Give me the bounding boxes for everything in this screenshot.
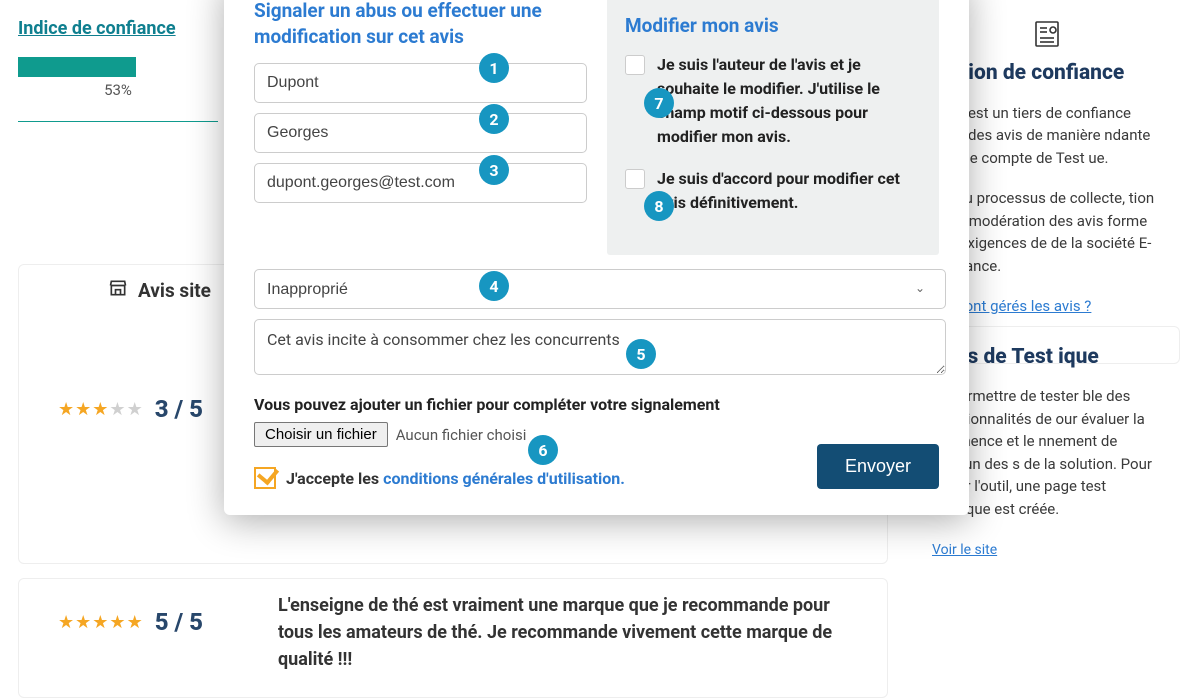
step-badge-2: 2 [479,104,509,134]
review-score-2: 5 / 5 [155,608,203,636]
file-upload-label: Vous pouvez ajouter un fichier pour comp… [254,395,939,414]
step-badge-6: 6 [528,435,558,465]
lastname-input[interactable] [254,63,587,103]
step-badge-7: 7 [644,88,674,118]
file-status: Aucun fichier choisi [396,426,527,444]
review-body-2: L'enseigne de thé est vraiment une marqu… [278,592,838,673]
step-badge-4: 4 [479,271,509,301]
step-badge-8: 8 [644,191,674,221]
send-button[interactable]: Envoyer [817,444,939,489]
email-input[interactable] [254,163,587,203]
step-badge-1: 1 [479,53,509,83]
author-checkbox-label: Je suis l'auteur de l'avis et je souhait… [657,53,921,149]
step-badge-5: 5 [626,339,656,369]
review-rating-1: ★★★★★ 3 / 5 [58,395,203,423]
avis-site-heading: Avis site [138,279,211,302]
step-badge-3: 3 [479,155,509,185]
modify-review-heading: Modifier mon avis [625,14,921,37]
view-site-link[interactable]: Voir le site [932,542,997,558]
report-heading: Signaler un abus ou effectuer une modifi… [254,0,587,49]
choose-file-button[interactable]: Choisir un fichier [254,422,388,447]
indice-confiance-link[interactable]: Indice de confiance [18,18,176,39]
progress-percent: 53% [18,81,218,99]
firstname-input[interactable] [254,113,587,153]
confirm-modify-checkbox[interactable] [625,169,645,189]
review-score-1: 3 / 5 [155,395,203,423]
confirm-modify-checkbox-label: Je suis d'accord pour modifier cet avis … [657,167,921,215]
progress-bar: 53% [18,57,228,122]
reason-select[interactable]: Inapproprié [254,269,946,309]
shop-icon [108,278,128,303]
review-rating-2: ★★★★★ 5 / 5 [58,608,203,636]
accept-terms-label: J'accepte les conditions générales d'uti… [286,469,625,488]
terms-link[interactable]: conditions générales d'utilisation. [383,469,625,488]
accept-terms-checkbox[interactable] [254,467,276,489]
report-abuse-modal: Signaler un abus ou effectuer une modifi… [224,0,969,515]
comment-textarea[interactable]: Cet avis incite à consommer chez les con… [254,319,946,375]
author-checkbox[interactable] [625,55,645,75]
